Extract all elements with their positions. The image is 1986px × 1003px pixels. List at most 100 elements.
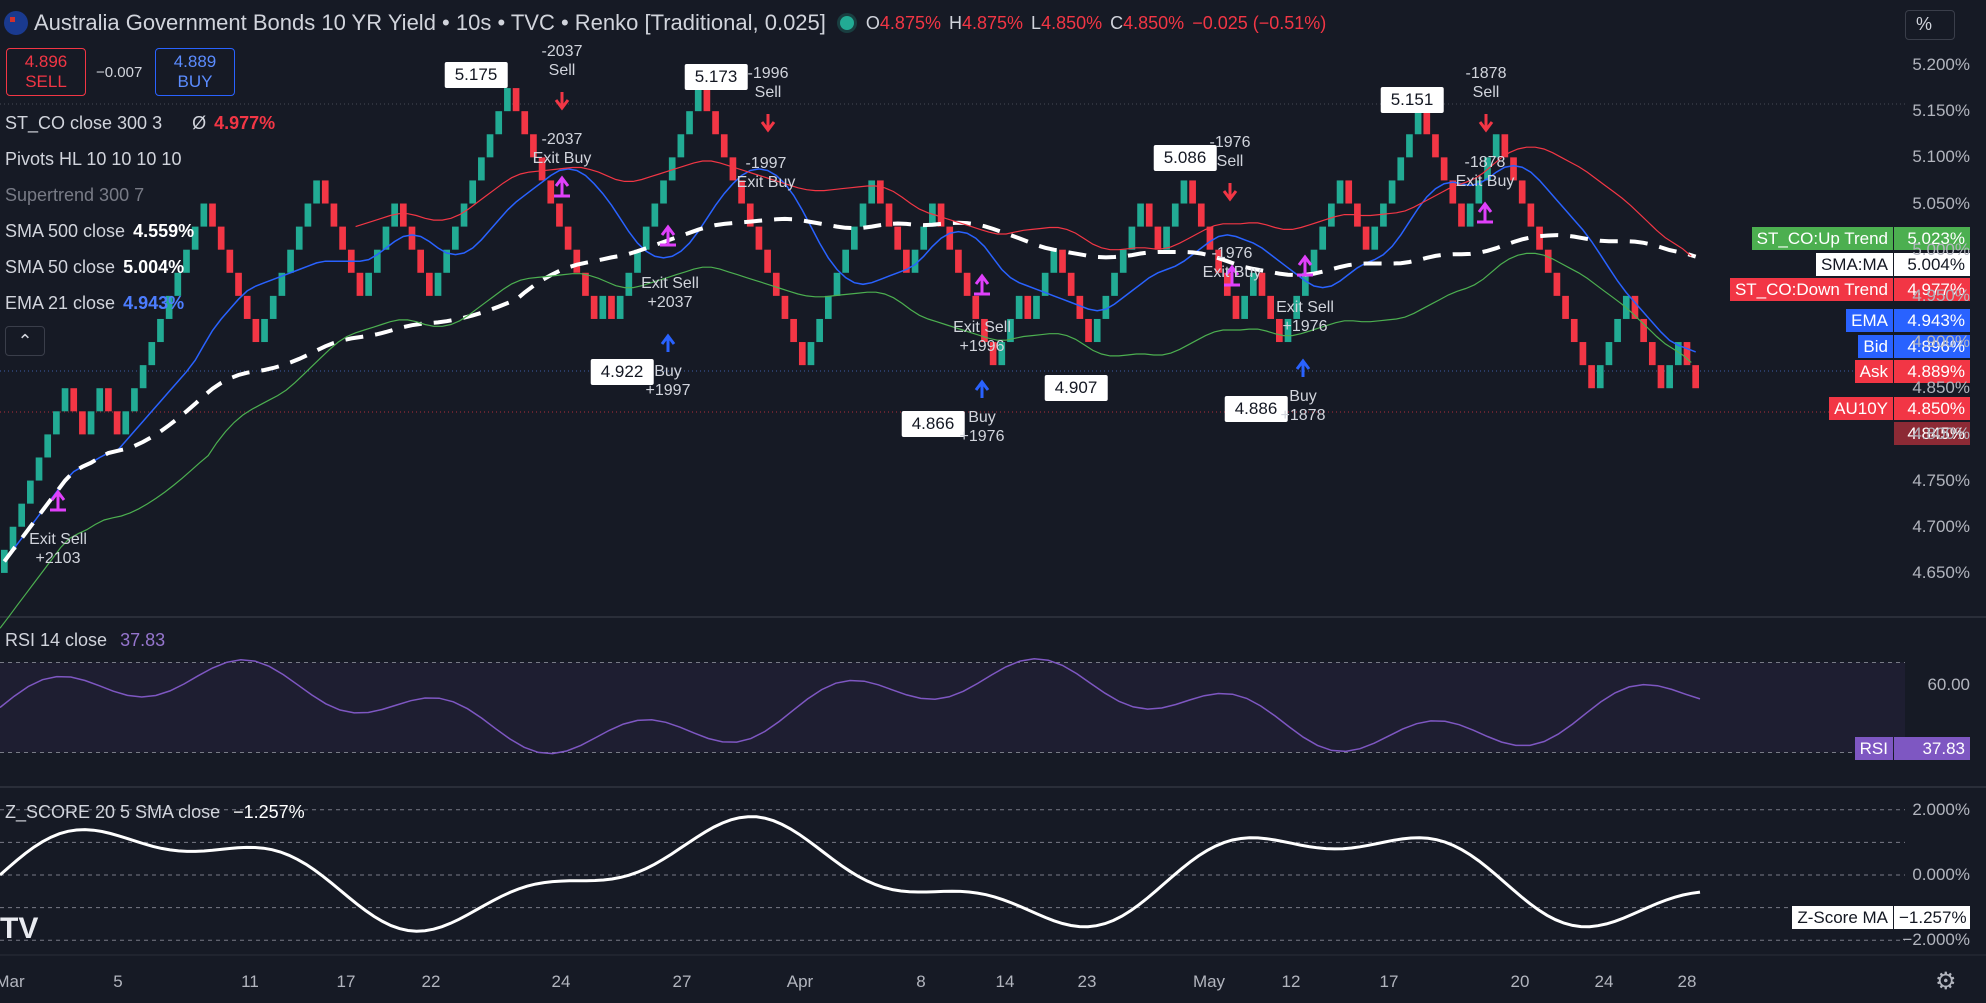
chart-canvas[interactable] [0,0,1986,1003]
signal-label: -1878 Sell [1466,64,1507,102]
renko-brick [139,365,147,389]
renko-brick [859,203,867,227]
price-tag-row: EMA 4.943% [1846,309,1970,332]
renko-brick [1033,295,1040,319]
price-tick-label: 4.750% [1912,470,1970,490]
signal-line: -1997 [745,155,787,172]
renko-brick [1466,203,1474,227]
renko-brick [1683,342,1691,366]
collapse-legend-button[interactable]: ⌃ [5,326,45,356]
zscore-tick-label: −2.000% [1902,930,1970,950]
time-tick-label: 20 [1510,972,1530,991]
ohlc-key: O [865,12,880,33]
renko-brick [547,180,555,204]
sell-arrow [1222,183,1238,202]
renko-brick [1059,249,1066,273]
renko-brick [1666,365,1673,389]
renko-brick [590,295,598,319]
symbol-title[interactable]: Australia Government Bonds 10 YR Yield •… [34,10,826,36]
renko-brick [417,249,424,273]
signal-line: Sell [1216,153,1244,170]
signal-label: Exit Sell +1976 [1276,298,1334,336]
renko-brick [1527,203,1535,227]
sell-button[interactable]: 4.896 SELL [6,48,86,96]
renko-brick [1440,157,1448,181]
renko-brick [1423,111,1431,135]
renko-brick [235,272,242,296]
signal-line: +1996 [959,338,1005,355]
indicator-value: 4.943% [123,293,185,313]
renko-brick [1518,180,1526,204]
renko-brick [1137,203,1144,227]
renko-brick [1588,365,1595,389]
chart-root: Australia Government Bonds 10 YR Yield •… [0,0,1986,1003]
market-status-icon [839,16,854,30]
zscore-tick-label: 0.000% [1912,865,1970,884]
renko-brick [1180,180,1188,204]
renko-brick [122,411,130,435]
zscore-price-tag: Z-Score MA −1.257% [1792,906,1970,929]
ohlc-value: 4.875% [961,12,1024,33]
renko-brick [18,503,26,527]
signal-label: Exit Sell +2037 [641,274,699,312]
renko-brick [582,272,589,296]
renko-brick [35,457,43,481]
signal-line: Buy [654,363,682,380]
sma-line [2,216,1697,563]
renko-brick [460,203,468,227]
renko-brick [720,134,728,158]
renko-brick [313,180,320,204]
rsi-value: 37.83 [120,630,166,650]
price-tag-label: EMA [1846,309,1893,332]
gear-icon[interactable]: ⚙ [1935,967,1957,996]
renko-brick [44,434,52,458]
pivot-callout: 5.151 [1380,87,1444,113]
renko-brick [599,295,607,319]
renko-brick [1024,295,1032,319]
percent-scale-button[interactable]: % [1905,10,1955,40]
signal-label: -2037 Exit Buy [533,130,592,168]
renko-brick [1145,203,1153,227]
tradingview-logo[interactable]: TV [0,912,38,946]
time-tick-label: May [1192,972,1226,991]
renko-brick [842,249,849,273]
signal-label: Exit Sell +2103 [29,530,87,568]
indicator-name: EMA 21 close [5,293,116,313]
time-tick-label: 17 [1379,972,1399,991]
renko-brick [1397,157,1405,181]
signal-line: Exit Sell [29,531,87,548]
renko-brick [694,88,702,112]
buy-button[interactable]: 4.889 BUY [155,48,235,96]
renko-brick [1692,365,1699,389]
renko-brick [96,388,104,412]
renko-brick [1119,249,1127,273]
renko-brick [625,272,633,296]
signal-line: Exit Buy [532,150,592,167]
renko-brick [573,249,581,273]
buy-label: BUY [177,72,213,91]
indicator-name: Pivots HL 10 10 10 10 [5,149,182,169]
signal-line: -1976 [1211,245,1253,262]
signal-line: -1996 [747,65,789,82]
renko-brick [434,272,442,296]
renko-brick [512,88,520,112]
renko-brick [1310,249,1318,273]
signal-line: Exit Buy [1455,173,1515,190]
renko-brick [330,203,338,227]
signal-line: +2103 [35,550,81,567]
renko-brick [157,318,164,343]
buy-arrow [974,379,990,398]
renko-brick [712,111,719,135]
signal-label: -1976 Sell [1210,133,1251,171]
renko-brick [660,180,667,204]
ohlc-key: H [948,12,962,33]
renko-brick [1596,365,1604,389]
signal-line: -1878 [1465,65,1507,82]
time-tick-label: 14 [995,972,1015,991]
renko-brick [295,226,303,250]
sell-arrow [554,92,570,111]
renko-brick [1657,365,1665,389]
signal-line: Exit Buy [1202,264,1262,281]
pivot-callout: 5.173 [684,64,748,90]
renko-brick [686,111,693,135]
